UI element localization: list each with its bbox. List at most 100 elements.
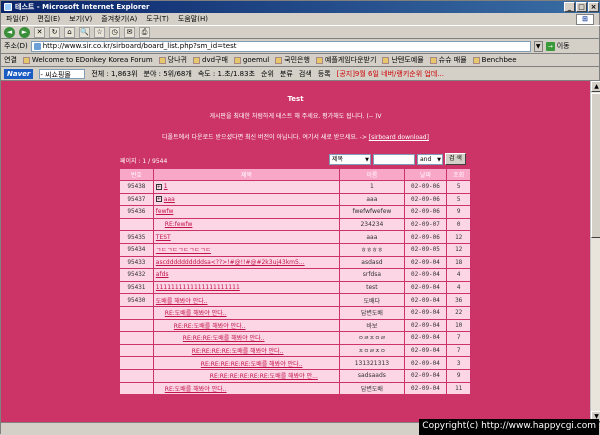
table-row[interactable]: 95433 ascddddddddddsa<??>!#@!!#@#2k3uj43k… xyxy=(120,256,470,269)
row-title[interactable]: RE:도배를 해봐야 안다.. xyxy=(153,306,340,319)
row-title[interactable]: afds xyxy=(153,269,340,281)
scroll-thumb[interactable] xyxy=(591,93,600,238)
row-title-text[interactable]: aaa xyxy=(164,196,175,203)
row-title-text[interactable]: RE:RE:RE:RE:RE:도배를 해봐야 안다.. xyxy=(201,361,303,368)
back-icon[interactable]: ◄ xyxy=(4,26,15,38)
maximize-button[interactable]: □ xyxy=(576,2,587,12)
row-title[interactable]: RE:RE:RE:RE:RE:도배를 해봐야 안다.. xyxy=(153,357,340,369)
row-title-text[interactable]: 1 xyxy=(164,183,168,190)
link-kbank[interactable]: 국민은행 xyxy=(275,55,310,65)
link-page-icon xyxy=(315,56,323,64)
naver-search-button[interactable]: 검색 xyxy=(299,69,312,79)
row-title[interactable]: +1 xyxy=(153,181,340,193)
menu-favorites[interactable]: 즐겨찾기(A) xyxy=(101,14,137,24)
row-title-text[interactable]: RE:RE:RE:RE:RE:RE:도배를 해봐야 안... xyxy=(210,373,318,380)
row-title[interactable]: TEST xyxy=(153,231,340,243)
table-row[interactable]: 95434 ㄱㄷㄱㄷㄱㄷㄱㄷㄱㄷ ㅎㅎㅎㅎ 02-09-05 12 xyxy=(120,243,470,256)
link-benchbee[interactable]: Benchbee xyxy=(472,56,517,64)
table-row[interactable]: 95432 afds srfdsa 02-09-04 4 xyxy=(120,269,470,281)
row-title[interactable]: RE:fewfw xyxy=(153,218,340,231)
table-row[interactable]: 95430 도배를 해봐야 안다.. 도배다 02-09-04 36 xyxy=(120,294,470,306)
search-icon[interactable]: 🔍 xyxy=(79,26,90,38)
link-shushu[interactable]: 슈슈 매뮬 xyxy=(429,55,467,65)
table-row[interactable]: 95436 fewfw fwefwfwefew 02-09-06 9 xyxy=(120,206,470,218)
menu-view[interactable]: 보기(V) xyxy=(69,14,92,24)
table-row[interactable]: RE:RE:RE:RE:도배를 해봐야 안다.. ㅈㅇㄹㅈㅇ 02-09-04 7 xyxy=(120,344,470,357)
stop-icon[interactable]: ✕ xyxy=(34,26,45,38)
address-input[interactable]: http://www.sir.co.kr/sirboard/board_list… xyxy=(30,40,531,52)
naver-search-input[interactable]: - 씨쇼핑몰 xyxy=(39,68,86,79)
table-row[interactable]: RE:fewfw 234234 02-09-07 0 xyxy=(120,218,470,231)
row-title[interactable]: RE:RE:RE:RE:도배를 해봐야 안다.. xyxy=(153,344,340,357)
table-row[interactable]: RE:RE:RE:RE:RE:도배를 해봐야 안다.. 131321313 02-0… xyxy=(120,357,470,369)
row-title-text[interactable]: 1111111111111111111111 xyxy=(156,284,240,291)
link-dvd[interactable]: dvd구매 xyxy=(193,55,228,65)
close-button[interactable]: × xyxy=(588,2,599,12)
download-link[interactable]: [sirboard download] xyxy=(369,134,429,141)
menu-edit[interactable]: 편집(E) xyxy=(37,14,60,24)
link-donkey[interactable]: 당나귀 xyxy=(158,55,187,65)
row-title[interactable]: fewfw xyxy=(153,206,340,218)
table-row[interactable]: RE:RE:도배를 해봐야 안다.. 바보 02-09-04 10 xyxy=(120,319,470,332)
table-row[interactable]: RE:RE:RE:RE:RE:RE:도배를 해봐야 안... sadsaads 02… xyxy=(120,369,470,382)
menu-help[interactable]: 도움말(H) xyxy=(178,14,208,24)
home-icon[interactable]: ⌂ xyxy=(64,26,75,38)
table-row[interactable]: RE:도배를 해봐야 안다.. 답변도배 02-09-04 22 xyxy=(120,306,470,319)
history-icon[interactable]: ◷ xyxy=(109,26,120,38)
search-field-select[interactable]: 제목 xyxy=(329,153,371,165)
row-title-text[interactable]: ascddddddddddsa<??>!#@!!#@#2k3uj43km5... xyxy=(156,259,305,266)
row-title[interactable]: RE:RE:도배를 해봐야 안다.. xyxy=(153,319,340,332)
naver-notice[interactable]: [공지]9월 6일 네버/랭키순위 업데... xyxy=(337,69,444,79)
row-title[interactable]: + aaa xyxy=(153,193,340,206)
search-input[interactable] xyxy=(373,153,415,165)
table-row[interactable]: 95438 +1 1 02-09-06 5 xyxy=(120,181,470,193)
search-op-select[interactable]: and xyxy=(417,153,443,165)
address-dropdown-icon[interactable]: ▼ xyxy=(533,40,543,52)
naver-register-button[interactable]: 등록 xyxy=(318,69,331,79)
row-title-text[interactable]: 도배를 해봐야 안다.. xyxy=(156,298,208,305)
row-title-text[interactable]: RE:RE:RE:도배를 해봐야 안다.. xyxy=(183,335,265,342)
print-icon[interactable]: ⎙ xyxy=(139,26,150,38)
link-emulgame[interactable]: 예플게임다운받기 xyxy=(315,55,376,65)
search-button[interactable]: 검 색 xyxy=(445,153,466,165)
row-title-text[interactable]: RE:도배를 해봐야 안다.. xyxy=(165,310,227,317)
minimize-button[interactable]: _ xyxy=(564,2,575,12)
expand-icon[interactable]: + xyxy=(155,183,162,190)
naver-category-button[interactable]: 분류 xyxy=(280,69,293,79)
vertical-scrollbar[interactable]: ▲ ▼ xyxy=(590,81,600,422)
row-title-text[interactable]: ㄱㄷㄱㄷㄱㄷㄱㄷㄱㄷ xyxy=(156,247,211,254)
link-edonkey[interactable]: Welcome to EDonkey Korea Forum xyxy=(22,56,153,64)
row-title-text[interactable]: RE:fewfw xyxy=(165,221,193,228)
row-title[interactable]: 도배를 해봐야 안다.. xyxy=(153,294,340,306)
go-button[interactable]: → 이동 xyxy=(545,41,570,51)
row-title[interactable]: 1111111111111111111111 xyxy=(153,281,340,294)
refresh-icon[interactable]: ↻ xyxy=(49,26,60,38)
row-title[interactable]: ㄱㄷㄱㄷㄱㄷㄱㄷㄱㄷ xyxy=(153,243,340,256)
row-title[interactable]: RE:RE:RE:도배를 해봐야 안다.. xyxy=(153,332,340,344)
row-title[interactable]: RE:도배를 해봐야 안다.. xyxy=(153,382,340,395)
row-title[interactable]: RE:RE:RE:RE:RE:RE:도배를 해봐야 안... xyxy=(153,369,340,382)
table-row[interactable]: 95431 1111111111111111111111 test 02-09-04 4 xyxy=(120,281,470,294)
favorites-icon[interactable]: ☆ xyxy=(94,26,105,38)
link-nintendo[interactable]: 난텐도예뮬 xyxy=(382,55,424,65)
table-row[interactable]: 95437 + aaa aaa 02-09-06 5 xyxy=(120,193,470,206)
row-title-text[interactable]: RE:도배를 해봐야 안다.. xyxy=(165,386,227,393)
row-title-text[interactable]: fewfw xyxy=(156,208,174,215)
row-title-text[interactable]: TEST xyxy=(156,234,171,241)
row-title-text[interactable]: RE:RE:RE:RE:도배를 해봐야 안다.. xyxy=(192,348,284,355)
table-row[interactable]: RE:도배를 해봐야 안다.. 답변도배 02-09-04 11 xyxy=(120,382,470,395)
row-title-text[interactable]: afds xyxy=(156,271,169,278)
menu-file[interactable]: 파일(F) xyxy=(6,14,28,24)
naver-logo[interactable]: Naver xyxy=(4,68,34,79)
row-title-text[interactable]: RE:RE:도배를 해봐야 안다.. xyxy=(174,323,246,330)
link-goemul[interactable]: goemul xyxy=(233,56,269,64)
table-row[interactable]: RE:RE:RE:도배를 해봐야 안다.. ㅇㄹㅈㅇㄹ 02-09-04 7 xyxy=(120,332,470,344)
naver-rank-button[interactable]: 순위 xyxy=(261,69,274,79)
table-row[interactable]: 95435 TEST aaa 02-09-06 12 xyxy=(120,231,470,243)
row-title[interactable]: ascddddddddddsa<??>!#@!!#@#2k3uj43km5... xyxy=(153,256,340,269)
forward-icon[interactable]: ► xyxy=(19,26,30,38)
scroll-up-icon[interactable]: ▲ xyxy=(591,81,600,92)
expand-icon[interactable]: + xyxy=(155,196,162,203)
mail-icon[interactable]: ✉ xyxy=(124,26,135,38)
menu-tools[interactable]: 도구(T) xyxy=(146,14,169,24)
